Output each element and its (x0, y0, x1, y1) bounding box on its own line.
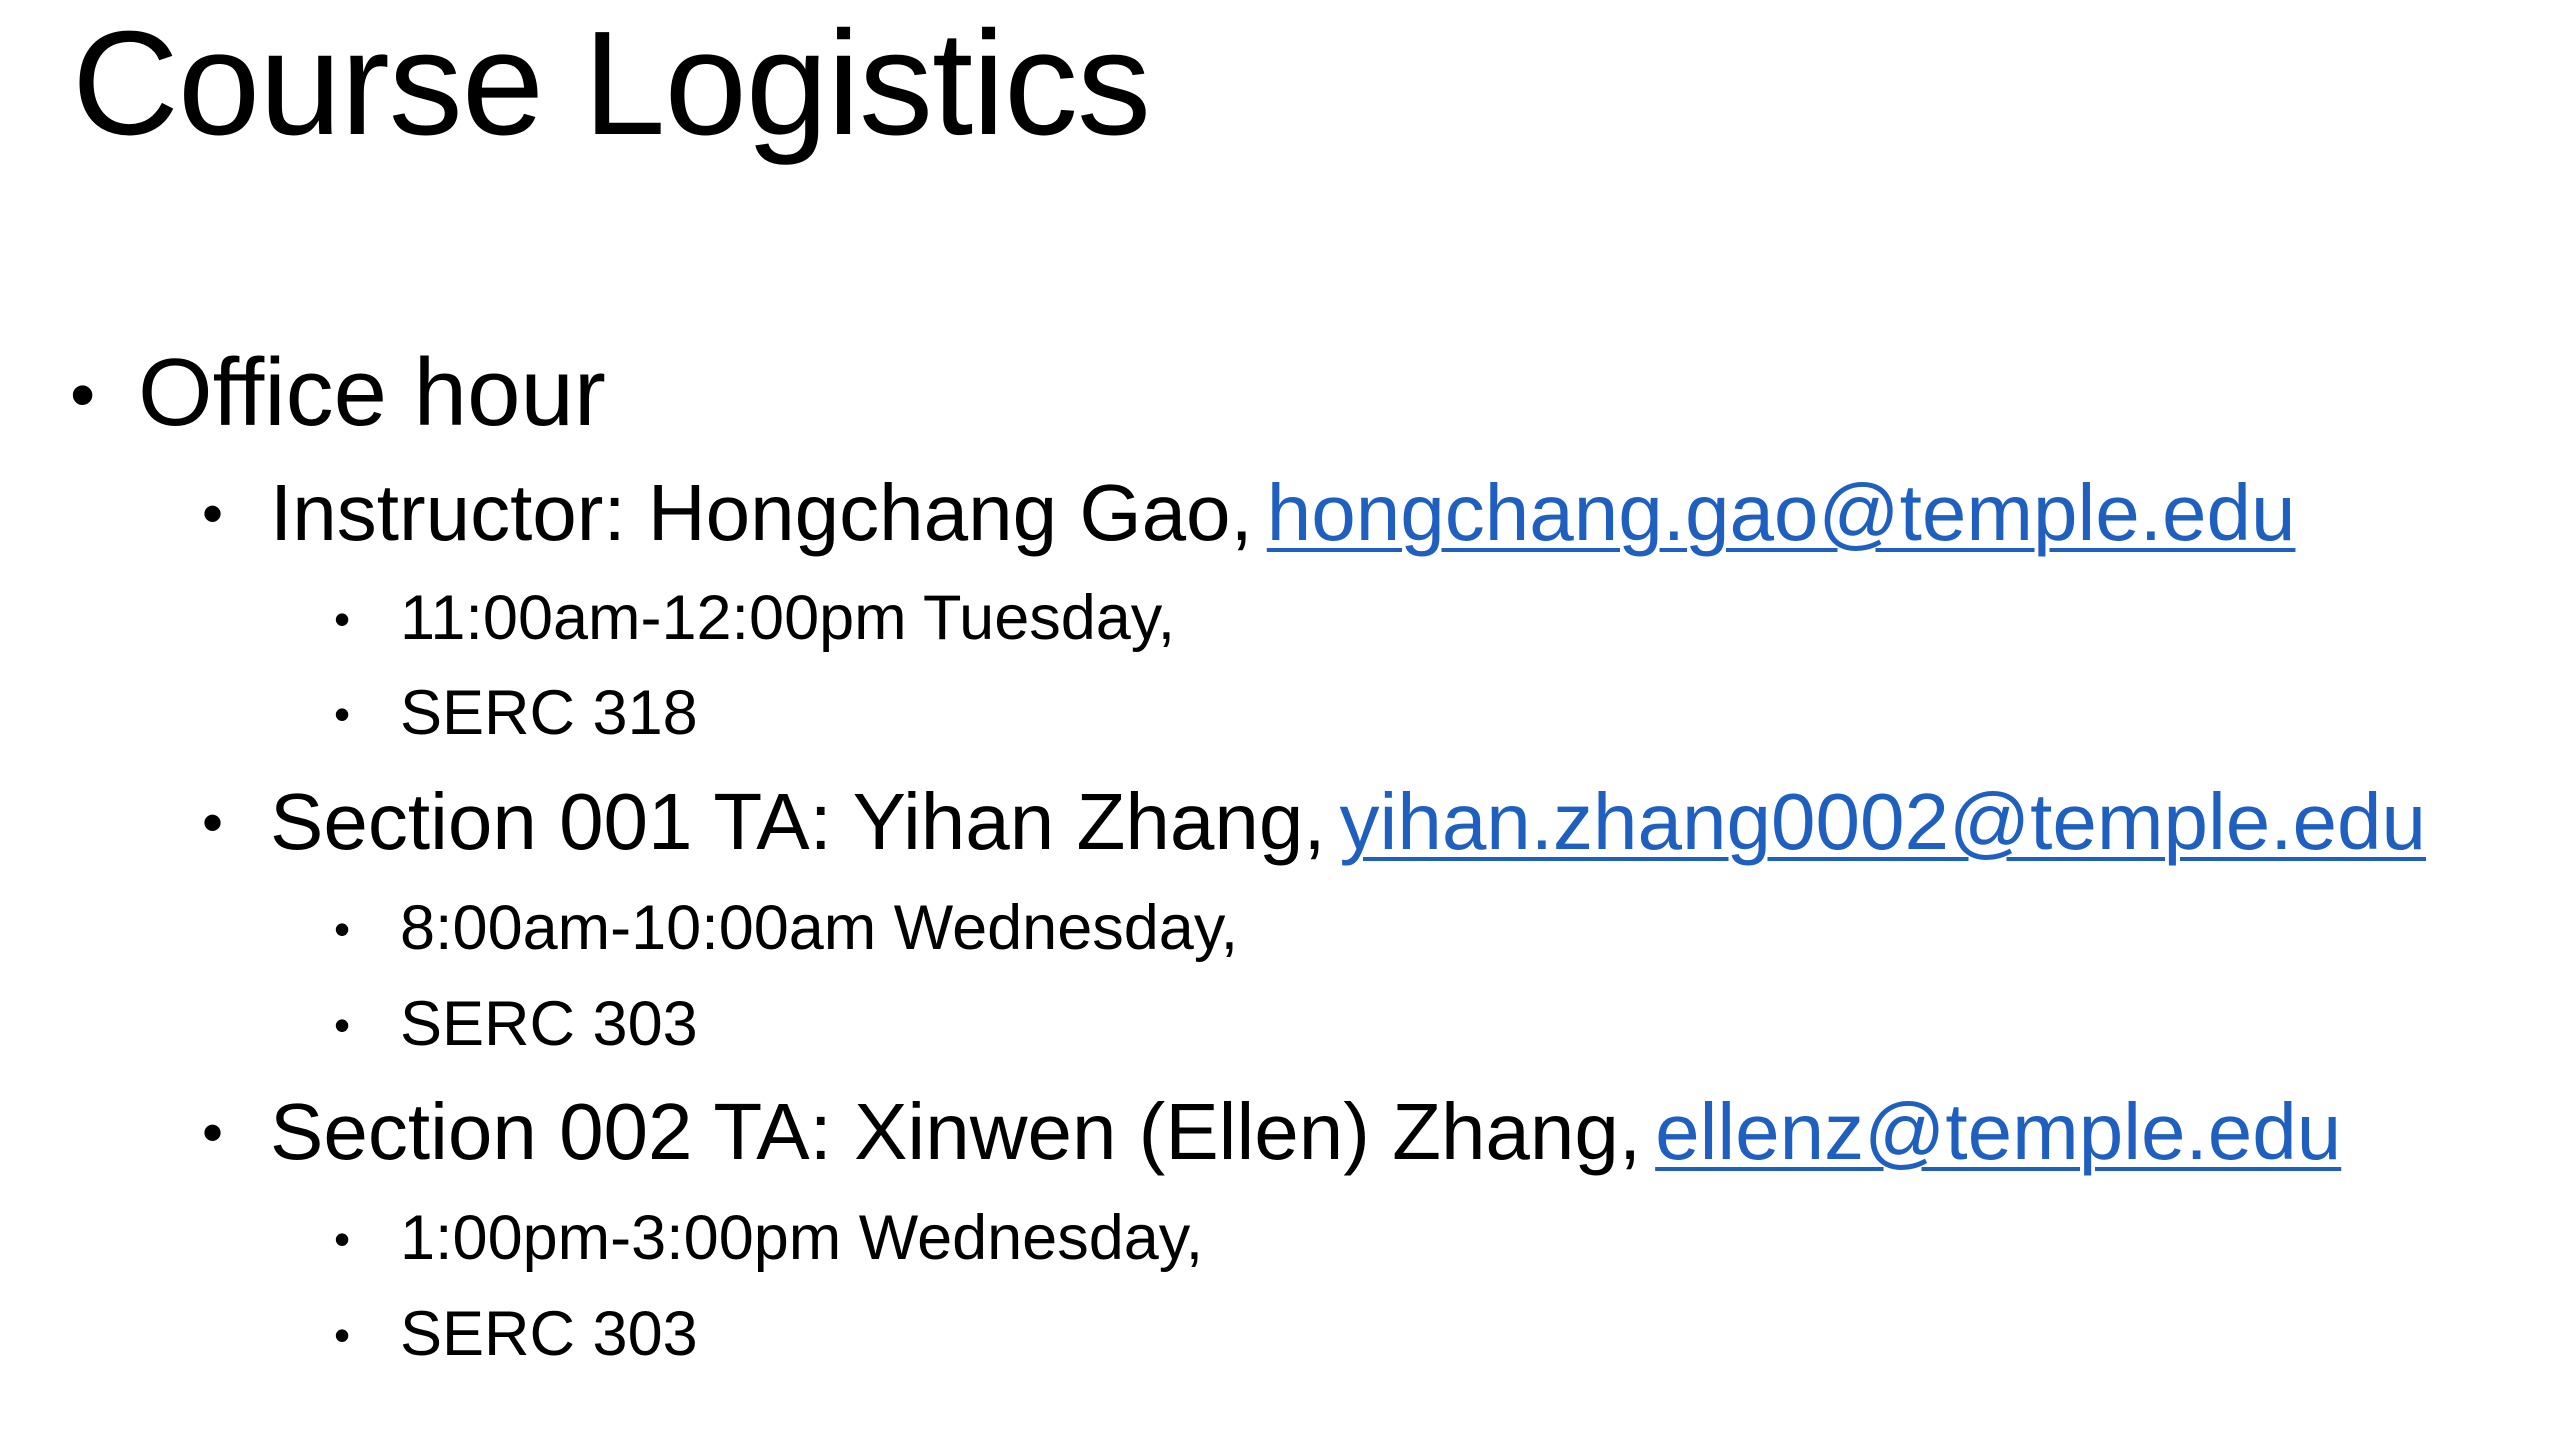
bullet-dot-icon: • (334, 593, 351, 645)
section-002-email-link[interactable]: ellenz@temple.edu (1655, 1092, 2341, 1172)
section-002-room: SERC 303 (400, 1299, 698, 1369)
bullet-dot-icon: • (202, 1099, 224, 1166)
section-001-room: SERC 303 (400, 989, 698, 1059)
section-002-label: Section 002 TA: Xinwen (Ellen) Zhang, (270, 1087, 1642, 1176)
bullet-instructor-room: • SERC 318 (334, 682, 698, 745)
bullet-instructor: • Instructor: Hongchang Gao, hongchang.g… (202, 473, 2295, 553)
bullet-dot-icon: • (334, 999, 351, 1051)
bullet-dot-icon: • (202, 789, 224, 856)
bullet-section-001-time: • 8:00am-10:00am Wednesday, (334, 897, 1238, 960)
bullet-dot-icon: • (334, 688, 351, 740)
bullet-section-001-room: • SERC 303 (334, 993, 698, 1056)
bullet-dot-icon: • (202, 480, 224, 547)
bullet-section-002-time: • 1:00pm-3:00pm Wednesday, (334, 1207, 1203, 1270)
bullet-dot-icon: • (70, 355, 96, 435)
bullet-section-001: • Section 001 TA: Yihan Zhang, yihan.zha… (202, 782, 2426, 862)
bullet-dot-icon: • (334, 1309, 351, 1361)
slide-title: Course Logistics (72, 1, 1151, 166)
bullet-dot-icon: • (334, 903, 351, 955)
slide: Course Logistics • Office hour • Instruc… (0, 0, 2565, 1445)
bullet-dot-icon: • (334, 1213, 351, 1265)
bullet-instructor-time: • 11:00am-12:00pm Tuesday, (334, 587, 1175, 650)
instructor-room: SERC 318 (400, 678, 698, 748)
office-hour-label: Office hour (138, 339, 606, 446)
bullet-office-hour: • Office hour (70, 345, 606, 441)
instructor-email-link[interactable]: hongchang.gao@temple.edu (1267, 473, 2296, 553)
section-002-time: 1:00pm-3:00pm Wednesday, (400, 1203, 1204, 1273)
section-001-time: 8:00am-10:00am Wednesday, (400, 893, 1239, 963)
instructor-time: 11:00am-12:00pm Tuesday, (400, 583, 1176, 653)
section-001-email-link[interactable]: yihan.zhang0002@temple.edu (1340, 782, 2426, 862)
bullet-section-002: • Section 002 TA: Xinwen (Ellen) Zhang, … (202, 1092, 2341, 1172)
instructor-label: Instructor: Hongchang Gao, (270, 468, 1253, 557)
section-001-label: Section 001 TA: Yihan Zhang, (270, 777, 1326, 866)
bullet-section-002-room: • SERC 303 (334, 1303, 698, 1366)
